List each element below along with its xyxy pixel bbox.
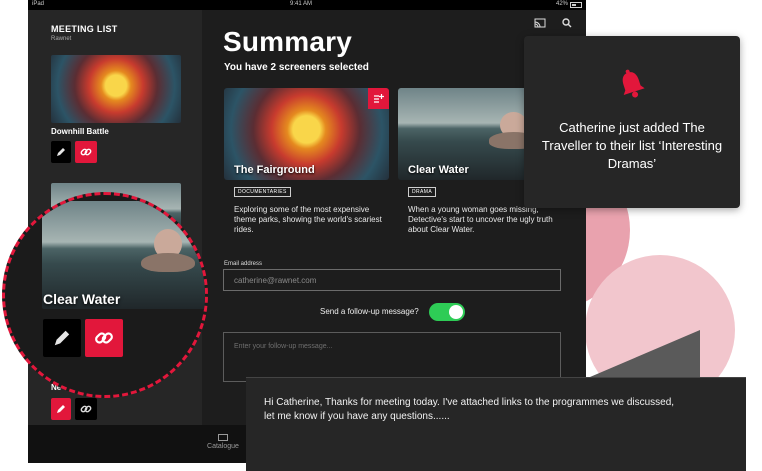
email-field[interactable] xyxy=(223,269,561,291)
add-to-list-icon xyxy=(374,94,384,103)
sidebar-item-label[interactable]: Downhill Battle xyxy=(51,127,109,136)
bell-icon xyxy=(615,68,649,107)
link-button[interactable] xyxy=(75,398,97,420)
card-title: The Fairground xyxy=(234,164,315,176)
followup-message-field[interactable] xyxy=(223,332,561,382)
add-to-list-button[interactable] xyxy=(368,88,389,109)
cast-icon xyxy=(534,18,546,28)
message-preview-popup: Hi Catherine, Thanks for meeting today. … xyxy=(246,377,746,471)
followup-label: Send a follow-up message? xyxy=(320,307,419,316)
status-bar: iPad 9:41 AM 42% xyxy=(28,0,586,10)
link-icon xyxy=(80,148,92,156)
tab-catalogue[interactable]: Catalogue xyxy=(201,434,245,450)
genre-badge: DOCUMENTARIES xyxy=(234,187,291,197)
notification-popup: Catherine just added The Traveller to th… xyxy=(524,36,740,208)
sidebar-item-thumbnail[interactable] xyxy=(51,55,181,123)
card-title: Clear Water xyxy=(408,164,469,176)
link-button[interactable] xyxy=(75,141,97,163)
page-subtitle: You have 2 screeners selected xyxy=(224,62,369,73)
lens-item-label: Clear Water xyxy=(43,291,121,307)
battery-icon xyxy=(570,2,582,8)
notification-text: Catherine just added The Traveller to th… xyxy=(541,120,723,171)
status-battery: 42% xyxy=(555,1,568,7)
followup-toggle[interactable] xyxy=(429,303,465,321)
link-icon xyxy=(95,332,113,344)
sidebar-subtitle: Rawnet xyxy=(51,36,72,42)
link-button[interactable] xyxy=(85,319,123,357)
edit-button[interactable] xyxy=(43,319,81,357)
message-preview-text: Hi Catherine, Thanks for meeting today. … xyxy=(264,397,675,422)
screener-card[interactable]: The Fairground DOCUMENTARIES Exploring s… xyxy=(224,88,389,235)
edit-button[interactable] xyxy=(51,398,71,420)
card-image: The Fairground xyxy=(224,88,389,180)
status-device: iPad xyxy=(32,1,45,7)
tab-catalogue-label: Catalogue xyxy=(207,443,239,450)
toggle-knob xyxy=(449,305,463,319)
card-description: When a young woman goes missing, Detecti… xyxy=(408,205,553,234)
cast-button[interactable] xyxy=(534,15,546,33)
search-button[interactable] xyxy=(562,15,572,33)
edit-button[interactable] xyxy=(51,141,71,163)
catalogue-icon xyxy=(218,434,228,441)
search-icon xyxy=(562,18,572,28)
magnifier-callout: Clear Water xyxy=(2,192,208,398)
popup-tail xyxy=(590,330,700,377)
pencil-icon xyxy=(57,148,65,156)
genre-badge: DRAMA xyxy=(408,187,437,197)
link-icon xyxy=(80,405,92,413)
card-description: Exploring some of the most expensive the… xyxy=(234,205,382,234)
sidebar-title: MEETING LIST xyxy=(51,24,118,34)
email-label: Email address xyxy=(224,261,263,267)
pencil-icon xyxy=(54,330,70,346)
pencil-icon xyxy=(57,405,65,413)
status-time: 9:41 AM xyxy=(290,1,313,7)
page-title: Summary xyxy=(223,26,353,57)
